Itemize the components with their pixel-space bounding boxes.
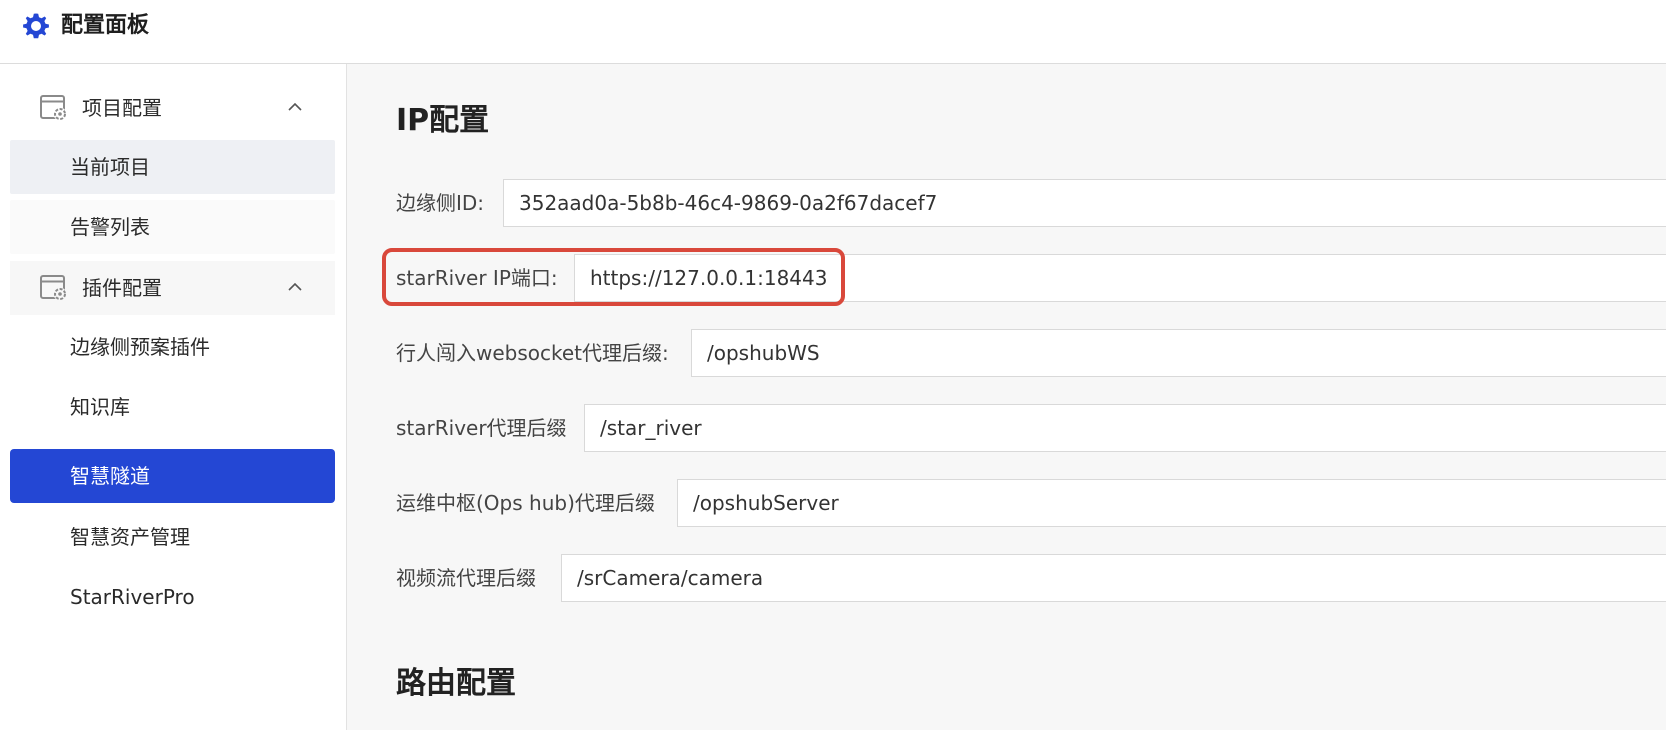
opshub-proxy-suffix-label: 运维中枢(Ops hub)代理后缀 (396, 491, 655, 515)
sidebar-group-label: 项目配置 (82, 96, 162, 120)
sidebar-item-label: 当前项目 (70, 155, 150, 179)
form-row-websocket-proxy-suffix: 行人闯入websocket代理后缀: (396, 329, 1666, 377)
opshub-proxy-suffix-field[interactable] (677, 479, 1666, 527)
form-row-video-stream-proxy-suffix: 视频流代理后缀 (396, 554, 1666, 602)
sidebar-item-smart-asset-management[interactable]: 智慧资产管理 (10, 510, 335, 564)
websocket-proxy-suffix-label: 行人闯入websocket代理后缀: (396, 341, 669, 365)
form-row-edge-id: 边缘侧ID: (396, 179, 1666, 227)
starriver-proxy-suffix-label: starRiver代理后缀 (396, 416, 567, 440)
edge-id-label: 边缘侧ID: (396, 191, 485, 215)
sidebar-item-label: 智慧资产管理 (70, 525, 190, 549)
form-row-opshub-proxy-suffix: 运维中枢(Ops hub)代理后缀 (396, 479, 1666, 527)
ip-config-title: IP配置 (396, 103, 490, 138)
sidebar-item-label: StarRiverPro (70, 585, 195, 609)
chevron-up-icon[interactable] (286, 280, 304, 294)
sidebar-item-knowledge-base[interactable]: 知识库 (10, 380, 335, 434)
sidebar-item-smart-tunnel[interactable]: 智慧隧道 (10, 449, 335, 503)
sidebar-item-current-project[interactable]: 当前项目 (10, 140, 335, 194)
sidebar-item-label: 边缘侧预案插件 (70, 335, 210, 359)
video-stream-proxy-suffix-label: 视频流代理后缀 (396, 566, 536, 590)
chevron-up-icon[interactable] (286, 100, 304, 114)
form-row-starriver-proxy-suffix: starRiver代理后缀 (396, 404, 1666, 452)
sidebar-item-label: 智慧隧道 (70, 464, 150, 488)
form-row-starriver-ip-port: starRiver IP端口: (396, 254, 1666, 302)
video-stream-proxy-suffix-field[interactable] (561, 554, 1666, 602)
starriver-ip-port-field[interactable] (574, 254, 1666, 302)
starriver-proxy-suffix-field[interactable] (584, 404, 1666, 452)
sidebar-item-alarm-list[interactable]: 告警列表 (10, 200, 335, 254)
sidebar-item-edge-plan-plugin[interactable]: 边缘侧预案插件 (10, 320, 335, 374)
gear-icon (23, 13, 49, 39)
sidebar-item-label: 知识库 (70, 395, 130, 419)
route-config-title: 路由配置 (396, 666, 516, 701)
sidebar-group-project-config[interactable]: 项目配置 (10, 81, 335, 135)
sidebar-item-starriverpro[interactable]: StarRiverPro (10, 570, 335, 624)
sidebar-group-label: 插件配置 (82, 276, 162, 300)
starriver-ip-port-label: starRiver IP端口: (396, 266, 558, 290)
settings-window-icon (40, 95, 67, 121)
sidebar-nav: 项目配置 当前项目 告警列表 插件配置 边缘侧预案插件 知识库 智慧隧道 智慧资… (0, 64, 347, 730)
sidebar-item-label: 告警列表 (70, 215, 150, 239)
websocket-proxy-suffix-field[interactable] (691, 329, 1666, 377)
settings-window-icon (40, 275, 67, 301)
top-header: 配置面板 (0, 0, 1666, 64)
edge-id-field[interactable] (503, 179, 1666, 227)
main-content: IP配置 边缘侧ID: starRiver IP端口: 行人闯入websocke… (347, 64, 1666, 730)
app-title: 配置面板 (61, 13, 150, 38)
sidebar-group-plugin-config[interactable]: 插件配置 (10, 261, 335, 315)
